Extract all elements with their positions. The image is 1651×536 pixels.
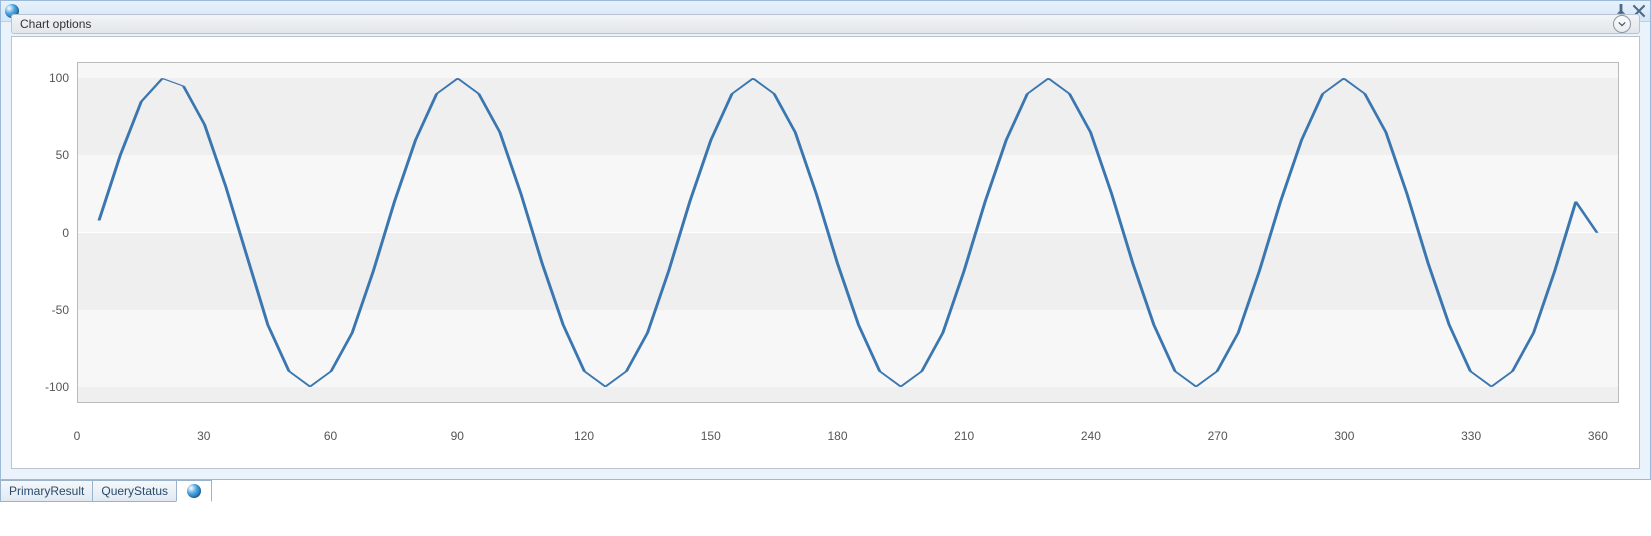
x-tick-label: 180 bbox=[827, 429, 847, 443]
plot-wrap: ◂ ▸ -100 -50 0 50 100 0 30 60 90 120 150 180 210 240 2… bbox=[22, 47, 1629, 458]
x-tick-label: 300 bbox=[1334, 429, 1354, 443]
chart-options-label: Chart options bbox=[20, 17, 91, 31]
x-tick-label: 210 bbox=[954, 429, 974, 443]
chart-panel: Chart options ◂ ▸ -100 -50 0 50 100 0 30 60 90 12… bbox=[0, 0, 1651, 480]
y-tick-label: -100 bbox=[22, 380, 69, 394]
x-tick-label: 60 bbox=[324, 429, 337, 443]
y-tick-label: 0 bbox=[22, 226, 69, 240]
x-tick-label: 30 bbox=[197, 429, 210, 443]
chart-line bbox=[99, 78, 1597, 386]
app-sphere-icon bbox=[187, 484, 201, 498]
x-tick-label: 120 bbox=[574, 429, 594, 443]
tab-query-status[interactable]: QueryStatus bbox=[92, 480, 177, 502]
tab-label: PrimaryResult bbox=[9, 484, 84, 498]
plot-area: ◂ ▸ bbox=[77, 62, 1619, 403]
chart-canvas-frame: ◂ ▸ -100 -50 0 50 100 0 30 60 90 120 150 180 210 240 2… bbox=[11, 36, 1640, 469]
y-tick-label: -50 bbox=[22, 303, 69, 317]
chevron-down-icon[interactable] bbox=[1613, 15, 1631, 33]
chart-options-bar[interactable]: Chart options bbox=[11, 14, 1640, 34]
tab-chart[interactable] bbox=[176, 480, 212, 502]
x-tick-label: 0 bbox=[74, 429, 81, 443]
y-tick-label: 50 bbox=[22, 148, 69, 162]
x-tick-label: 330 bbox=[1461, 429, 1481, 443]
tab-label: QueryStatus bbox=[101, 484, 168, 498]
y-tick-label: 100 bbox=[22, 71, 69, 85]
tab-primary-result[interactable]: PrimaryResult bbox=[0, 480, 93, 502]
x-tick-label: 240 bbox=[1081, 429, 1101, 443]
x-tick-label: 150 bbox=[701, 429, 721, 443]
x-tick-label: 270 bbox=[1208, 429, 1228, 443]
result-tab-strip: PrimaryResult QueryStatus bbox=[0, 480, 211, 502]
x-tick-label: 90 bbox=[451, 429, 464, 443]
x-tick-label: 360 bbox=[1588, 429, 1608, 443]
chart-svg bbox=[78, 63, 1618, 402]
